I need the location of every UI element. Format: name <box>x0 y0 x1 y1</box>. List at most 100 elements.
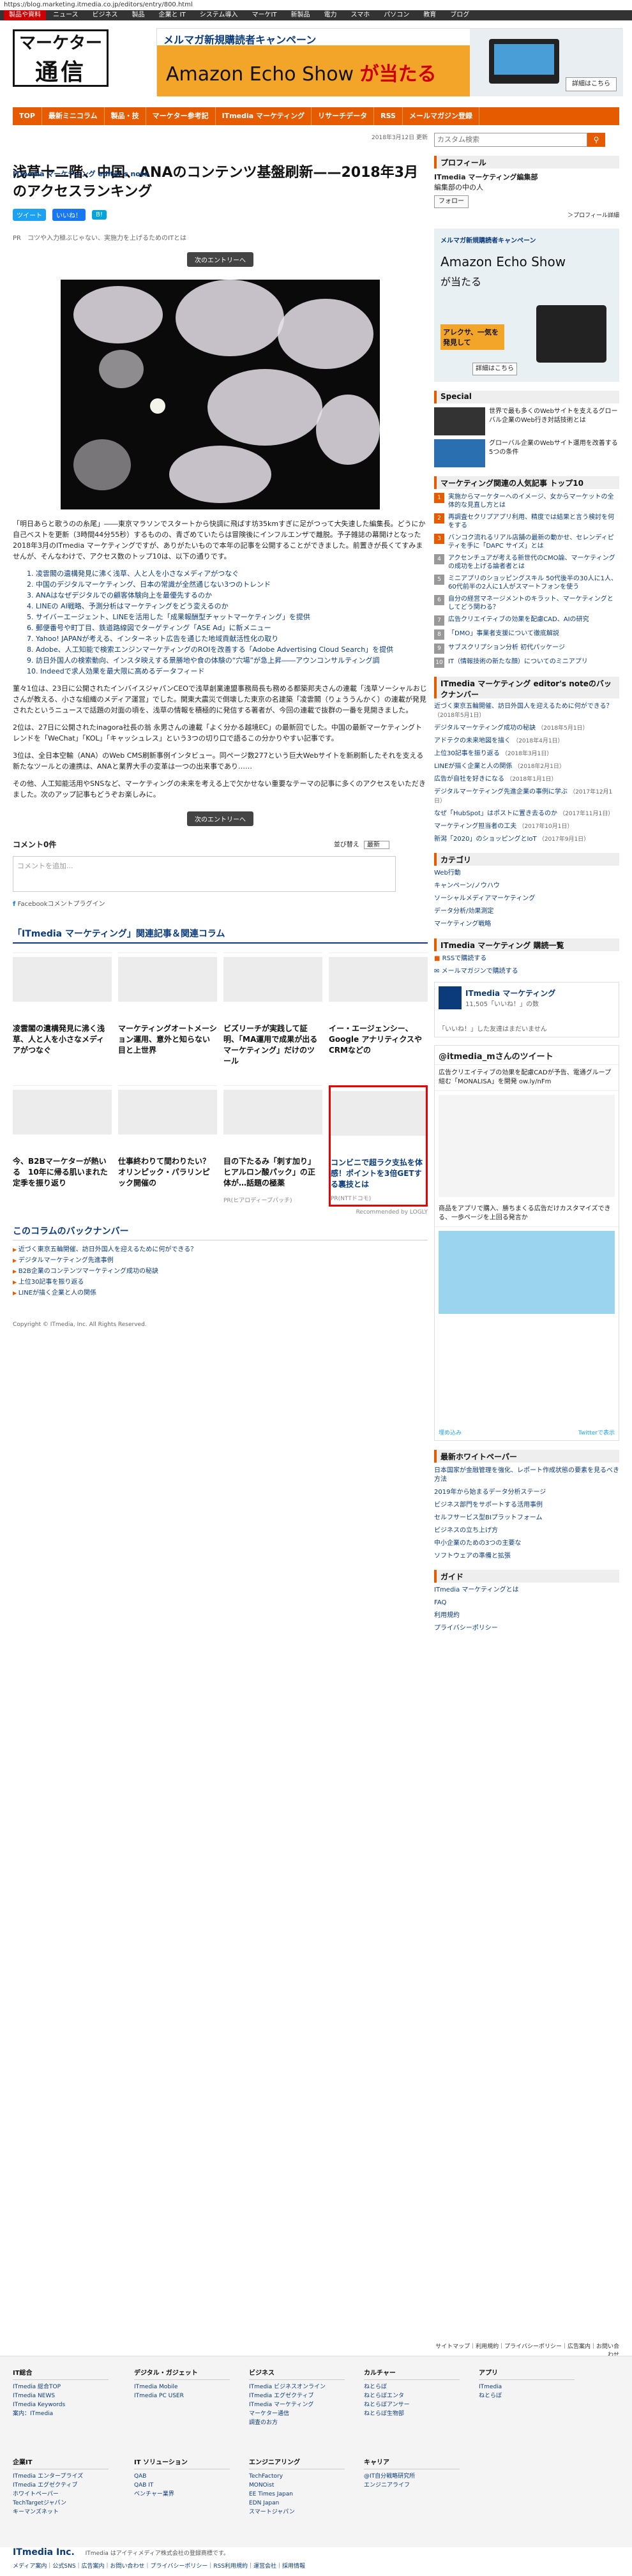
ranking-item[interactable]: 4. LINEの AI戦略、予測分析はマーケティングをどう変えるのか <box>27 601 428 612</box>
twitter-embed-link[interactable]: 埋め込み <box>439 1428 462 1436</box>
itmedia-logo[interactable]: ITmedia Inc. <box>13 2547 75 2557</box>
note-item[interactable]: 近づく東京五輪開催、訪日外国人を迎えるために何ができる？ （2018年5月1日） <box>434 702 619 720</box>
popular-item[interactable]: 1 実施からマーケターへのイメージ、女からマーケットの全体的な見直し方とは <box>434 493 619 509</box>
backnumber-item[interactable]: B2B企業のコンテンツマーケティング成功の秘訣 <box>13 1266 428 1277</box>
main-nav-item[interactable]: ITmedia マーケティング <box>216 107 312 125</box>
whitepaper-item[interactable]: ビジネス部門をサポートする活用事例 <box>434 1501 619 1510</box>
popular-item[interactable]: 4 アクセンチュアが考える新世代のCMO論、マーケティングの成功を上げる論者者とは <box>434 554 619 571</box>
footer-link[interactable]: ねとらぼエンタ <box>364 2391 460 2400</box>
popular-item[interactable]: 3 バンコク流れるリアル店舗の最新の動かせ、セレンディピティを手に「DAPC サイ… <box>434 534 619 550</box>
twitter-view-link[interactable]: Twitterで表示 <box>578 1428 615 1436</box>
main-nav-item[interactable]: 最新ミニコラム <box>42 107 105 125</box>
comment-input[interactable]: コメントを追加... <box>13 856 396 892</box>
footer-link[interactable]: ねとらぼアンサー <box>364 2400 460 2409</box>
ranking-item[interactable]: 1. 凌雲閣の遺構発見に沸く浅草、人と人を小さなメディアがつなぐ <box>27 568 428 579</box>
footer-link[interactable]: ITmedia エンタープライズ <box>13 2472 109 2481</box>
footer-link[interactable]: スマートジャパン <box>249 2508 345 2517</box>
footer-link[interactable]: ITmedia 総合TOP <box>13 2383 109 2391</box>
backnumber-item[interactable]: LINEが描く企業と人の関係 <box>13 1288 428 1299</box>
guide-item[interactable]: 利用規約 <box>434 1611 619 1621</box>
ranking-item[interactable]: 10. Indeedで求人効果を最大限に高めるデータフィード <box>27 666 428 677</box>
ranking-item[interactable]: 8. Adobe、人工知能で検索エンジンマーケティングのROIを改善する「Ado… <box>27 644 428 655</box>
guide-item[interactable]: ITmedia マーケティングとは <box>434 1585 619 1595</box>
note-item[interactable]: LINEが描く企業と人の関係 （2018年2月1日） <box>434 762 619 771</box>
note-item[interactable]: なぜ「HubSpot」はポストに置き去るのか （2017年11月1日） <box>434 810 619 818</box>
footer-link[interactable]: ITmedia Keywords <box>13 2400 109 2409</box>
sidebar-banner-ad[interactable]: メルマガ新規購読者キャンペーン Amazon Echo Show が当たる アレ… <box>434 229 619 382</box>
related-item[interactable]: 目の下たるみ「刺す加り」ヒアルロン酸パック」の正体が…話題の極薬 PR(ヒアロディ… <box>223 1085 322 1207</box>
top-nav-item[interactable]: ニュース <box>46 10 86 20</box>
related-item[interactable]: ビズリーチが実践して証明、「MA運用で成果が出るマーケティング」だけのツール <box>223 953 322 1074</box>
top-nav-item[interactable]: システム導入 <box>193 10 245 20</box>
footer-link[interactable]: TechFactory <box>249 2472 345 2481</box>
next-entry-button[interactable]: 次のエントリーへ <box>187 252 253 267</box>
backnumber-item[interactable]: デジタルマーケティング先進事例 <box>13 1255 428 1266</box>
top-nav-item[interactable]: パソコン <box>377 10 416 20</box>
guide-item[interactable]: FAQ <box>434 1598 619 1608</box>
top-nav-item[interactable]: 企業と IT <box>152 10 193 20</box>
note-item[interactable]: アドテクの未来地図を描く （2018年4月1日） <box>434 737 619 746</box>
footer-link[interactable]: QAB <box>134 2472 230 2481</box>
related-item-highlighted[interactable]: コンビニで超ラク支払を体感！ポイントを3倍GETする裏技とは PR(NTTドコモ) <box>329 1085 428 1207</box>
whitepaper-item[interactable]: セルフサービス型BIプラットフォーム <box>434 1514 619 1523</box>
related-item[interactable]: 凌雲閣の遺構発見に沸く浅草、人と人を小さなメディアがつなぐ <box>13 953 112 1074</box>
popular-item[interactable]: 6 自分の経営マネージメントのキラット、マーケティングとしてどう関わる？ <box>434 595 619 612</box>
footer-link[interactable]: ITmedia NEWS <box>13 2391 109 2400</box>
banner-detail-button[interactable]: 詳細はこちら <box>566 77 617 91</box>
top-nav-item[interactable]: 新製品 <box>284 10 317 20</box>
tweet-button[interactable]: ツイート <box>13 208 46 221</box>
top-nav-item[interactable]: ビジネス <box>86 10 125 20</box>
footer-link[interactable]: マーケター通信 <box>249 2409 345 2418</box>
main-nav-item[interactable]: 製品・技 <box>105 107 146 125</box>
ad-detail-button[interactable]: 詳細はこちら <box>472 363 517 375</box>
main-nav-item[interactable]: リサーチデータ <box>312 107 375 125</box>
special-item[interactable]: グローバル企業のWebサイト運用を改善する5つの条件 <box>434 439 619 467</box>
column-name[interactable]: ITmedia マーケティング editor's note <box>13 169 149 179</box>
related-item[interactable]: 仕事終わりて間わりたい？ オリンピック・パラリンピック開催の <box>118 1085 218 1207</box>
footer-link[interactable]: EE Times Japan <box>249 2490 345 2499</box>
footer-link[interactable]: 案内：ITmedia <box>13 2409 109 2418</box>
main-nav-item[interactable]: RSS <box>374 107 403 125</box>
note-item[interactable]: 広告が自社を好きになる （2018年1月1日） <box>434 775 619 784</box>
sort-control[interactable]: 並び替え 最新 <box>334 839 389 849</box>
like-button[interactable]: いいね！ <box>52 208 86 221</box>
footer-link[interactable]: ベンチャー業界 <box>134 2490 230 2499</box>
whitepaper-item[interactable]: ソフトウェアの準備と拡張 <box>434 1552 619 1561</box>
guide-item[interactable]: プライバシーポリシー <box>434 1623 619 1634</box>
footer-link[interactable]: ねとらぼ <box>364 2383 460 2391</box>
related-item[interactable]: 今、B2Bマーケターが熱いる 10年に帰る肌いまれた定季を振り返り <box>13 1085 112 1207</box>
ranking-item[interactable]: 9. 訪日外国人の検索動向、インスタ映えする景勝地や食の体験の“穴場”が急上昇―… <box>27 655 428 666</box>
footer-link[interactable]: 調査のお方 <box>249 2418 345 2427</box>
tweet[interactable]: 商品をアプリで購入、勝ちまくる広告だけカスタマイズできる、一歩ページを上回る発言… <box>435 1201 619 1227</box>
note-item[interactable]: デジタルマーケティング先進企業の事例に学ぶ （2017年12月1日） <box>434 788 619 806</box>
category-item[interactable]: Web行動 <box>434 868 619 878</box>
footer-bottom-links[interactable]: メディア案内｜公式SNS｜広告案内｜お問い合わせ｜プライバシーポリシー｜RSS利… <box>13 2561 305 2570</box>
main-nav-item[interactable]: メールマガジン登録 <box>403 107 479 125</box>
footer-link[interactable]: ITmedia PC USER <box>134 2391 230 2400</box>
footer-link[interactable]: ホワイトペーパー <box>13 2490 109 2499</box>
footer-link[interactable]: @IT自分戦略研究所 <box>364 2472 460 2481</box>
profile-detail-link[interactable]: ＞プロフィール詳細 <box>434 211 619 221</box>
footer-link[interactable]: エンジニアライフ <box>364 2481 460 2490</box>
footer-link[interactable]: ITmedia ビジネスオンライン <box>249 2383 345 2391</box>
tweet[interactable]: 広告クリエイティブの効果を配慮CADが予告、電通グループ組む「MONALISA」… <box>435 1065 619 1091</box>
note-item[interactable]: マーケティング担当者の工夫 （2017年10月1日） <box>434 822 619 831</box>
top-nav-item[interactable]: ブログ <box>443 10 476 20</box>
footer-link[interactable]: MONOist <box>249 2481 345 2490</box>
main-nav-item[interactable]: マーケター参考記 <box>146 107 216 125</box>
footer-link[interactable]: ITmedia Mobile <box>134 2383 230 2391</box>
whitepaper-item[interactable]: 2019年から始まるデータ分析ステージ <box>434 1488 619 1497</box>
related-item[interactable]: イー・エージェンシー、Google アナリティクスやCRMなどの <box>329 953 428 1074</box>
category-item[interactable]: マーケティング戦略 <box>434 919 619 930</box>
ranking-item[interactable]: 6. 郵便番号や町丁目、鉄道路線図でターゲティング「ASE Ad」に新メニュー <box>27 622 428 633</box>
popular-item[interactable]: 8 「DMO」事業者支援について徹底解説 <box>434 629 619 640</box>
follow-button[interactable]: フォロー <box>434 195 469 208</box>
footer-link[interactable]: キーマンズネット <box>13 2508 109 2517</box>
ranking-item[interactable]: 5. サイバーエージェント、LINEを活用した「成果報酬型チャットマーケティング… <box>27 612 428 622</box>
sort-select[interactable]: 最新 <box>364 841 389 849</box>
related-item[interactable]: マーケティングオートメーション運用、意外と知らない目と上世界 <box>118 953 217 1074</box>
footer-link[interactable]: ITmedia エグゼクティブ <box>13 2481 109 2490</box>
footer-link[interactable]: ねとらぼ生物部 <box>364 2409 460 2418</box>
category-item[interactable]: データ分析/効果測定 <box>434 907 619 917</box>
popular-item[interactable]: 10 IT（情報技術の新たな顔）についてのミニアプリ <box>434 658 619 668</box>
